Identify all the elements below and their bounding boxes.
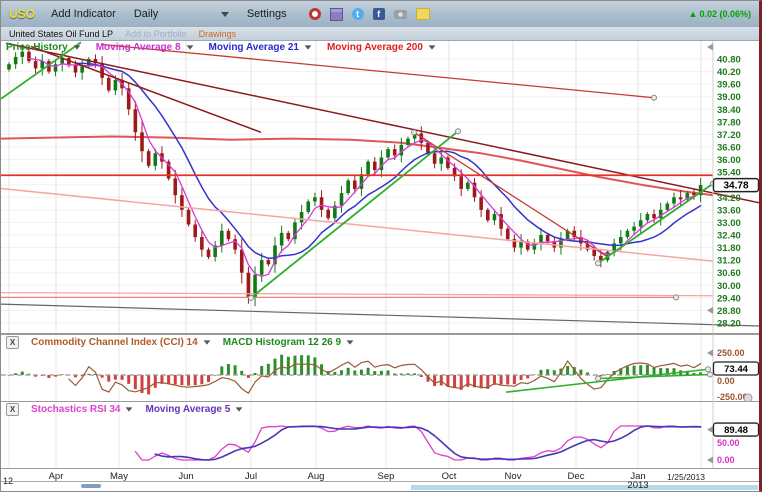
chevron-down-icon [347,340,354,344]
svg-text:33.60: 33.60 [717,205,741,216]
month-label: Nov [496,471,530,482]
svg-text:37.80: 37.80 [717,117,741,128]
main-price-chart[interactable]: 40.8040.20 39.6039.00 38.4037.80 37.2036.60… [1,40,762,334]
svg-text:0.00: 0.00 [717,455,735,465]
cube-icon[interactable] [330,8,343,21]
svg-text:29.40: 29.40 [717,293,741,304]
up-arrow-icon: ▲ [689,9,698,19]
indicator-legend: Price History Moving Average 8 Moving Av… [6,41,436,54]
month-label: Apr [39,471,73,482]
svg-text:39.60: 39.60 [717,80,741,91]
month-label: Jan2013 [621,471,655,490]
month-label: Sep [369,471,403,482]
twitter-icon[interactable]: t [352,8,364,20]
facebook-icon[interactable]: f [373,8,385,20]
svg-text:-250.00: -250.00 [717,392,748,401]
interval-value: Daily [134,8,158,20]
svg-text:30.60: 30.60 [717,268,741,279]
svg-text:34.78: 34.78 [723,181,748,192]
stoch-panel-header: X Stochastics RSI 34 Moving Average 5 [6,403,243,415]
month-label: Jun [169,471,203,482]
legend-ma200[interactable]: Moving Average 200 [327,42,436,53]
chevron-down-icon [186,45,193,49]
svg-text:36.60: 36.60 [717,142,741,153]
toolbar: USO Add Indicator Daily Settings t f ▲ 0… [1,1,759,27]
chevron-down-icon [429,45,436,49]
chevron-down-icon [221,12,229,17]
ma5-indicator-label[interactable]: Moving Average 5 [145,404,243,415]
svg-text:0.00: 0.00 [717,376,735,386]
legend-price-history[interactable]: Price History [6,42,81,53]
settings-button[interactable]: Settings [247,8,287,20]
cci-indicator-label[interactable]: Commodity Channel Index (CCI) 14 [31,337,211,348]
month-label: Dec [559,471,593,482]
cci-panel-header: X Commodity Channel Index (CCI) 14 MACD … [6,336,354,348]
change-value: 0.02 (0.06%) [699,9,751,19]
time-axis[interactable]: 12 1/25/2013 Apr May Jun Jul Aug Sep Oct Nov Dec… [1,469,759,492]
svg-text:36.00: 36.00 [717,155,741,166]
svg-text:32.40: 32.40 [717,230,741,241]
interval-select[interactable]: Daily [134,8,229,20]
app-logo[interactable]: USO [9,7,35,21]
chevron-down-icon [236,407,243,411]
svg-text:50.00: 50.00 [717,438,740,448]
svg-text:30.00: 30.00 [717,281,741,292]
symbol-bar: United States Oil Fund LP Add to Portfol… [1,27,759,41]
current-price-tag: 34.78 [714,179,759,192]
stoch-indicator-label[interactable]: Stochastics RSI 34 [31,404,133,415]
stoch-panel-close-button[interactable]: X [6,403,19,416]
month-label: Jul [234,471,268,482]
legend-ma21[interactable]: Moving Average 21 [209,42,312,53]
svg-text:38.40: 38.40 [717,105,741,116]
chart-window: 40.8040.20 39.6039.00 38.4037.80 37.2036.60… [0,0,762,492]
current-stoch-tag: 89.48 [714,423,759,436]
panel-resize-handle[interactable] [744,394,752,401]
macd-indicator-label[interactable]: MACD Histogram 12 26 9 [223,337,354,348]
current-cci-tag: 73.44 [714,362,759,375]
svg-text:31.80: 31.80 [717,243,741,254]
svg-text:37.20: 37.20 [717,130,741,141]
svg-text:40.80: 40.80 [717,55,741,66]
last-date-label: 1/25/2013 [649,472,705,482]
svg-text:40.20: 40.20 [717,67,741,78]
price-change-indicator: ▲ 0.02 (0.06%) [689,9,751,19]
chevron-down-icon [203,340,210,344]
month-label: May [102,471,136,482]
svg-text:73.44: 73.44 [724,364,748,375]
symbol-name: United States Oil Fund LP [9,29,113,39]
svg-text:89.48: 89.48 [724,425,748,436]
svg-text:28.20: 28.20 [717,318,741,329]
svg-text:35.40: 35.40 [717,168,741,179]
toolbar-icons: t f [309,8,430,21]
legend-ma8[interactable]: Moving Average 8 [96,42,194,53]
svg-text:33.00: 33.00 [717,218,741,229]
chevron-down-icon [305,45,312,49]
chevron-down-icon [126,407,133,411]
chevron-down-icon [73,45,80,49]
cci-panel-close-button[interactable]: X [6,336,19,349]
svg-text:31.20: 31.20 [717,256,741,267]
month-label: Oct [432,471,466,482]
svg-text:28.80: 28.80 [717,306,741,317]
month-label: Aug [299,471,333,482]
svg-text:250.00: 250.00 [717,348,745,358]
svg-text:39.00: 39.00 [717,92,741,103]
add-indicator-button[interactable]: Add Indicator [51,8,116,20]
drawings-link[interactable]: Drawings [199,29,237,39]
svg-text:34.20: 34.20 [717,193,741,204]
add-to-portfolio-link[interactable]: Add to Portfolio [125,29,187,39]
camera-icon[interactable] [394,10,407,19]
note-icon[interactable] [416,8,430,20]
alarm-icon[interactable] [309,8,321,20]
year-label: 12 [3,476,13,486]
